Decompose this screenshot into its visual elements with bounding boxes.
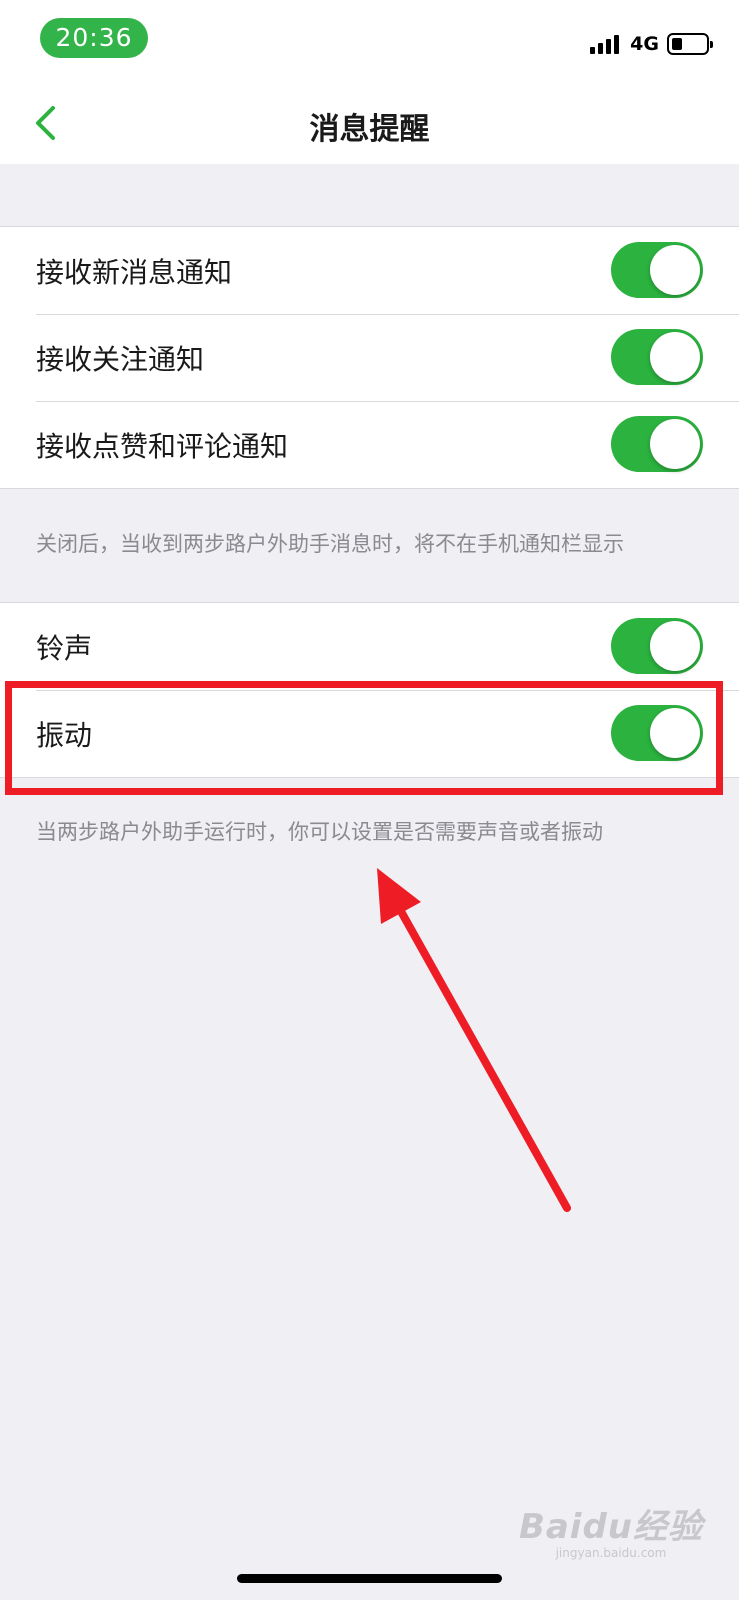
follow-toggle[interactable]: [611, 329, 703, 385]
notification-footnote: 关闭后，当收到两步路户外助手消息时，将不在手机通知栏显示: [36, 532, 624, 556]
setting-row-follow: 接收关注通知: [0, 314, 739, 401]
battery-icon: [667, 33, 713, 55]
status-bar: 20:36 4G: [0, 0, 739, 82]
setting-label: 接收新消息通知: [36, 255, 233, 289]
annotation-highlight-box: [5, 681, 723, 795]
watermark-url: jingyan.baidu.com: [555, 1546, 667, 1560]
signal-icon: [590, 34, 622, 54]
baidu-watermark: Baidu经验 jingyan.baidu.com: [519, 1499, 703, 1560]
nav-bar: 消息提醒: [0, 82, 739, 164]
page-title: 消息提醒: [309, 112, 430, 147]
status-indicators: 4G: [590, 30, 713, 58]
like-comment-toggle[interactable]: [611, 416, 703, 472]
setting-row-ringtone: 铃声: [0, 603, 739, 690]
watermark-logo: Baidu经验: [518, 1507, 703, 1547]
status-time: 20:36: [40, 18, 148, 58]
new-message-toggle[interactable]: [611, 242, 703, 298]
ringtone-toggle[interactable]: [611, 618, 703, 674]
setting-row-new-message: 接收新消息通知: [0, 227, 739, 314]
alert-footnote: 当两步路户外助手运行时，你可以设置是否需要声音或者振动: [36, 820, 603, 844]
setting-row-like-comment: 接收点赞和评论通知: [0, 401, 739, 488]
notification-settings-group: 接收新消息通知 接收关注通知 接收点赞和评论通知: [0, 226, 739, 489]
screen: 20:36 4G 消息提醒 接收新消息通知 接收关注通知 接收点赞和评论通知 关…: [0, 0, 739, 1600]
setting-label: 铃声: [36, 631, 93, 665]
network-type: 4G: [630, 33, 659, 55]
setting-label: 接收点赞和评论通知: [36, 429, 289, 463]
home-indicator[interactable]: [237, 1574, 502, 1583]
setting-label: 接收关注通知: [36, 342, 205, 376]
